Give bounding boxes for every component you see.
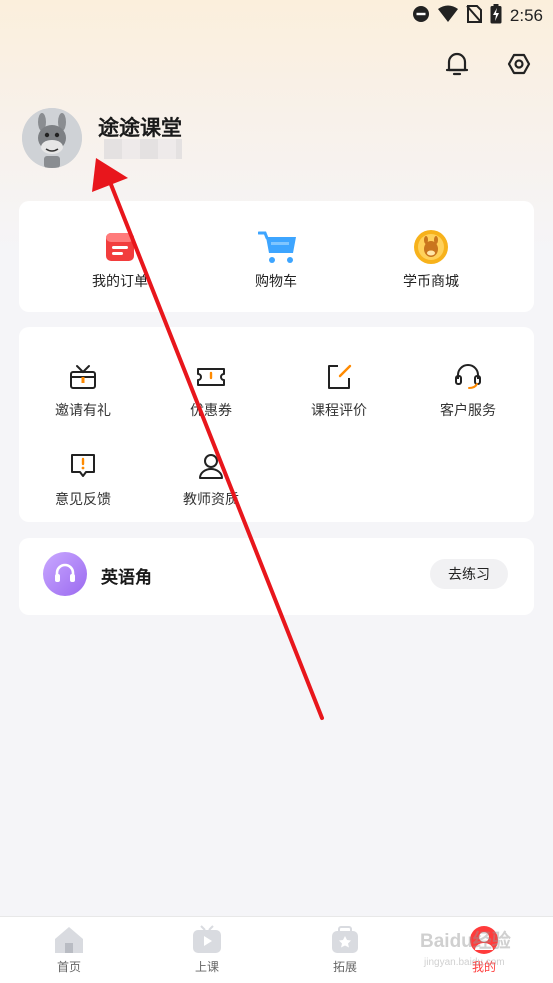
coin-mall-label: 学币商城 xyxy=(403,274,459,290)
donkey-avatar-icon xyxy=(22,108,82,168)
feedback-label: 意见反馈 xyxy=(55,492,111,508)
teacher-qualification-button[interactable]: 教师资质 xyxy=(163,451,259,509)
tab-home[interactable]: 首页 xyxy=(24,925,114,975)
course-review-button[interactable]: 课程评价 xyxy=(291,362,387,420)
settings-icon[interactable] xyxy=(505,50,533,78)
edit-icon xyxy=(324,362,354,392)
teacher-qualification-label: 教师资质 xyxy=(183,492,239,508)
practice-button[interactable]: 去练习 xyxy=(430,559,508,589)
tab-class[interactable]: 上课 xyxy=(162,925,252,975)
no-sim-icon xyxy=(466,5,482,27)
coupon-icon xyxy=(196,362,226,392)
english-corner-card[interactable]: 英语角 去练习 xyxy=(19,538,534,615)
customer-service-label: 客户服务 xyxy=(440,403,496,419)
coin-mall-icon xyxy=(413,229,449,265)
course-review-label: 课程评价 xyxy=(311,403,367,419)
tab-expand-label: 拓展 xyxy=(332,960,357,974)
gift-icon xyxy=(68,362,98,392)
avatar[interactable] xyxy=(22,108,82,168)
headset-icon xyxy=(453,362,483,392)
baidu-watermark-url: jingyan.baidu.com xyxy=(424,957,505,968)
baidu-watermark: Baidu经验 xyxy=(420,931,511,952)
battery-charging-icon xyxy=(490,4,502,28)
order-icon xyxy=(102,229,138,265)
quick-actions-card: 我的订单 购物车 学币商城 xyxy=(19,201,534,312)
my-orders-button[interactable]: 我的订单 xyxy=(60,229,180,291)
coin-mall-button[interactable]: 学币商城 xyxy=(371,229,491,291)
headphone-icon xyxy=(43,552,87,596)
tv-icon xyxy=(191,925,223,955)
invite-gift-button[interactable]: 邀请有礼 xyxy=(35,362,131,420)
my-orders-label: 我的订单 xyxy=(92,274,148,290)
bell-icon[interactable] xyxy=(443,50,471,78)
coupon-label: 优惠券 xyxy=(190,403,232,419)
customer-service-button[interactable]: 客户服务 xyxy=(420,362,516,420)
cart-icon xyxy=(257,229,296,265)
coupon-button[interactable]: 优惠券 xyxy=(163,362,259,420)
status-bar: 2:56 xyxy=(0,0,553,32)
star-bag-icon xyxy=(329,925,361,955)
cart-label: 购物车 xyxy=(255,274,297,290)
services-card: 邀请有礼 优惠券 课程评价 客户服务 意见反馈 教师资质 xyxy=(19,327,534,522)
username: 途途课堂 xyxy=(98,116,182,140)
tab-home-label: 首页 xyxy=(56,960,81,974)
feedback-icon xyxy=(68,451,98,481)
home-icon xyxy=(53,925,85,955)
feedback-button[interactable]: 意见反馈 xyxy=(35,451,131,509)
tab-expand[interactable]: 拓展 xyxy=(300,925,390,975)
invite-gift-label: 邀请有礼 xyxy=(55,403,111,419)
status-time: 2:56 xyxy=(509,6,543,25)
wifi-icon xyxy=(437,5,458,27)
teacher-icon xyxy=(196,451,226,481)
tab-class-label: 上课 xyxy=(194,960,219,974)
cart-button[interactable]: 购物车 xyxy=(216,229,336,291)
user-id-redacted xyxy=(104,139,182,159)
do-not-disturb-icon xyxy=(412,5,430,27)
english-corner-title: 英语角 xyxy=(101,568,152,588)
